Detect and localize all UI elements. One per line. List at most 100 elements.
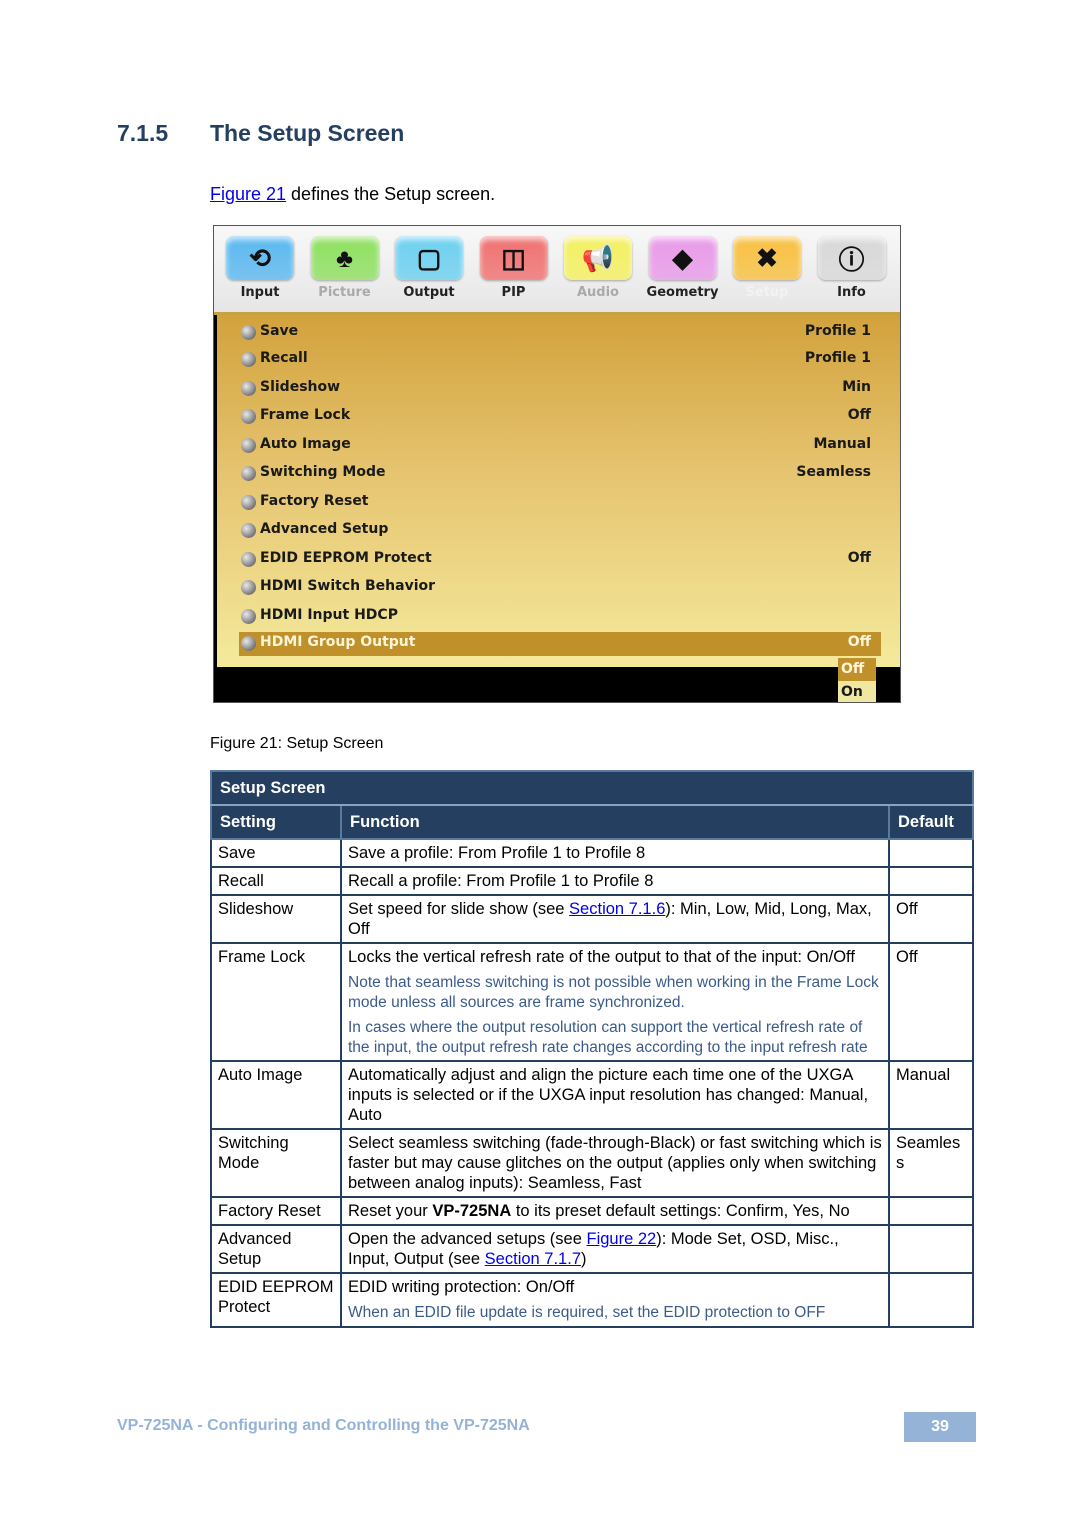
osd-menu-label: HDMI Input HDCP [260, 607, 398, 623]
osd-menu-item[interactable]: Frame Lock Off [239, 405, 881, 429]
function-cell: Open the advanced setups (see Figure 22)… [340, 1224, 890, 1274]
osd-tab-pip[interactable]: ◫ PIP [474, 236, 554, 300]
section-title: The Setup Screen [210, 120, 405, 146]
osd-menu-label: EDID EEPROM Protect [260, 550, 432, 566]
function-cell: Reset your VP-725NA to its preset defaul… [340, 1196, 890, 1226]
intro-paragraph: Figure 21 defines the Setup screen. [210, 184, 495, 205]
section-number: 7.1.5 [117, 120, 169, 146]
section-heading: 7.1.5 The Setup Screen [117, 120, 404, 147]
osd-tab-input[interactable]: ⟲ Input [220, 236, 300, 300]
osd-menu-item[interactable]: EDID EEPROM Protect Off [239, 548, 881, 572]
function-text: Open the advanced setups (see [348, 1230, 587, 1248]
osd-menu-item[interactable]: Switching Mode Seamless [239, 462, 881, 486]
setting-cell: Auto Image [210, 1060, 342, 1130]
default-cell [888, 838, 974, 868]
function-text: Locks the vertical refresh rate of the o… [348, 948, 855, 966]
function-text: Set speed for slide show (see [348, 900, 570, 918]
osd-menu-item[interactable]: Auto Image Manual [239, 434, 881, 458]
osd-menu-label: Slideshow [260, 379, 341, 395]
osd-menu-item[interactable]: Advanced Setup [239, 519, 881, 543]
function-text: to its preset default settings: Confirm,… [511, 1202, 850, 1220]
speaker-icon: 📢 [564, 236, 632, 280]
osd-dropdown-option-off[interactable]: Off [838, 658, 876, 681]
cross-reference-link[interactable]: Section 7.1.7 [485, 1250, 581, 1268]
default-cell [888, 866, 974, 896]
table-row: Frame Lock Locks the vertical refresh rat… [210, 942, 974, 1062]
osd-tab-label: Setup [745, 285, 789, 300]
osd-menu-value: Off [847, 407, 871, 423]
osd-menu-label: Auto Image [260, 436, 351, 452]
osd-menu-label: HDMI Group Output [260, 634, 416, 650]
input-cursor-icon: ⟲ [226, 236, 294, 280]
osd-tab-label: Audio [576, 285, 619, 300]
table-row: Auto Image Automatically adjust and align… [210, 1060, 974, 1130]
setup-screen-figure: ⟲ Input ♣ Picture ▢ Output ◫ PIP 📢 Audio ◆ Geometry… [213, 225, 901, 703]
osd-menu-item[interactable]: Save Profile 1 [239, 321, 881, 345]
product-name: VP-725NA [432, 1202, 512, 1220]
bullet-icon [241, 552, 256, 567]
tools-icon: ✖ [733, 236, 801, 280]
table-title: Setup Screen [210, 770, 974, 806]
osd-dropdown-option-on[interactable]: On [838, 681, 876, 702]
bullet-icon [241, 325, 256, 340]
table-row: Recall Recall a profile: From Profile 1 t… [210, 866, 974, 896]
osd-menu-value: Min [842, 379, 871, 395]
osd-tab-label: Picture [318, 285, 371, 300]
function-cell: EDID writing protection: On/Off When an E… [340, 1272, 890, 1328]
default-cell [888, 1272, 974, 1328]
bullet-icon [241, 495, 256, 510]
default-cell: Manual [888, 1060, 974, 1130]
function-cell: Locks the vertical refresh rate of the o… [340, 942, 890, 1062]
cross-reference-link[interactable]: Section 7.1.6 [569, 900, 665, 918]
osd-menu-item[interactable]: Recall Profile 1 [239, 348, 881, 372]
note-text: Note that seamless switching is not poss… [348, 974, 879, 1011]
osd-tab-geometry[interactable]: ◆ Geometry [643, 236, 723, 300]
bullet-icon [241, 466, 256, 481]
note-text: When an EDID file update is required, se… [348, 1304, 826, 1321]
table-row: Slideshow Set speed for slide show (see S… [210, 894, 974, 944]
setting-cell: Advanced Setup [210, 1224, 342, 1274]
osd-menu-label: Frame Lock [260, 407, 351, 423]
default-cell [888, 1224, 974, 1274]
osd-menu-item[interactable]: Slideshow Min [239, 377, 881, 401]
osd-menu-label: HDMI Switch Behavior [260, 578, 436, 594]
bullet-icon [241, 352, 256, 367]
header-default: Default [888, 804, 974, 840]
bullet-icon [241, 409, 256, 424]
figure-caption: Figure 21: Setup Screen [210, 735, 384, 752]
osd-tab-audio[interactable]: 📢 Audio [558, 236, 638, 300]
function-cell: Recall a profile: From Profile 1 to Prof… [340, 866, 890, 896]
osd-menu-value: Profile 1 [804, 350, 871, 366]
geometry-icon: ◆ [648, 236, 717, 280]
osd-tab-label: Geometry [646, 285, 719, 300]
table-row: Switching Mode Select seamless switching … [210, 1128, 974, 1198]
osd-menu-item[interactable]: HDMI Group Output Off [239, 632, 881, 656]
bullet-icon [241, 523, 256, 538]
cross-reference-link[interactable]: Figure 22 [587, 1230, 657, 1248]
table-row: EDID EEPROM Protect EDID writing protecti… [210, 1272, 974, 1328]
function-text: Recall a profile: From Profile 1 to Prof… [348, 872, 654, 890]
bullet-icon [241, 381, 256, 396]
setup-screen-table: Setup Screen Setting Function Default Sa… [210, 770, 974, 1328]
bullet-icon [241, 438, 256, 453]
osd-menu-label: Save [260, 323, 299, 339]
osd-tab-label: Input [240, 285, 280, 300]
osd-menu-label: Factory Reset [260, 493, 369, 509]
setting-cell: Recall [210, 866, 342, 896]
osd-menu-item[interactable]: HDMI Input HDCP [239, 605, 881, 629]
osd-tab-picture[interactable]: ♣ Picture [305, 236, 385, 300]
bullet-icon [241, 636, 256, 651]
bullet-icon [241, 609, 256, 624]
osd-tab-info[interactable]: ⓘ Info [812, 236, 892, 300]
figure-21-link[interactable]: Figure 21 [210, 184, 286, 204]
osd-menu-item[interactable]: Factory Reset [239, 491, 881, 515]
osd-menu-item[interactable]: HDMI Switch Behavior [239, 576, 881, 600]
picture-landscape-icon: ♣ [310, 236, 379, 280]
default-cell: Off [888, 894, 974, 944]
osd-tab-output[interactable]: ▢ Output [389, 236, 469, 300]
osd-tab-setup[interactable]: ✖ Setup [727, 236, 807, 300]
intro-text: defines the Setup screen. [286, 184, 496, 204]
note-text: In cases where the output resolution can… [348, 1019, 868, 1056]
osd-menu-value: Off [847, 550, 871, 566]
osd-menu-value: Manual [813, 436, 871, 452]
